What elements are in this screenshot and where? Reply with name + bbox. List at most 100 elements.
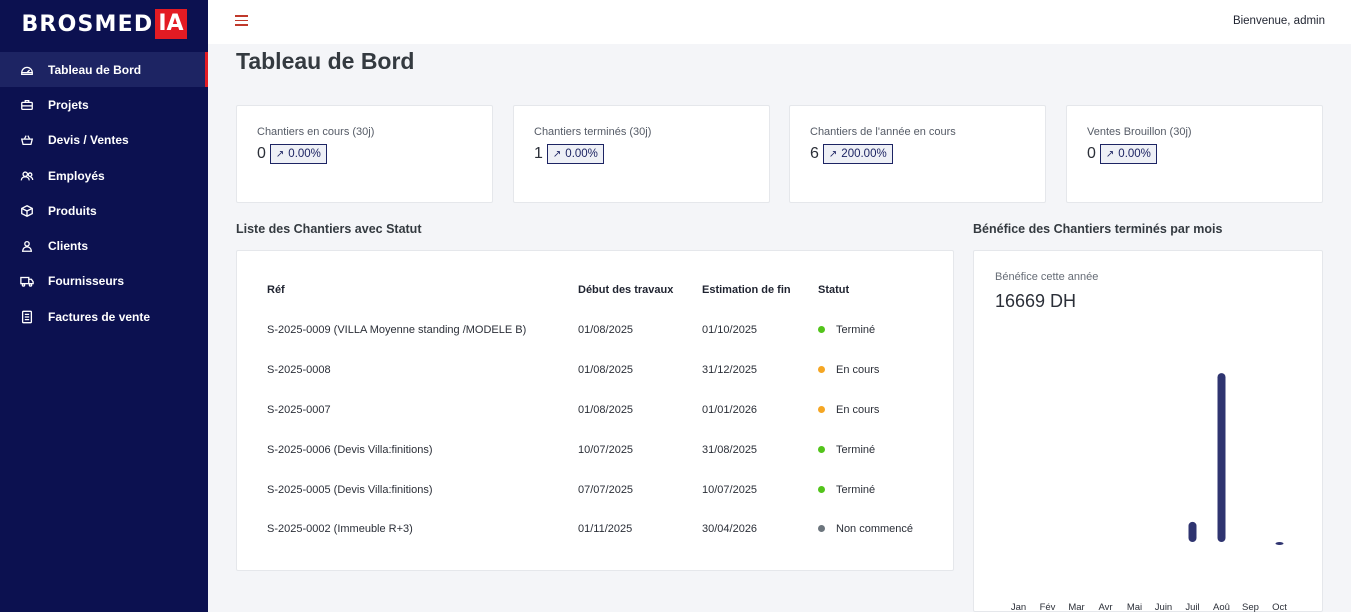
table-row[interactable]: S-2025-0008 01/08/2025 31/12/2025 En cou… bbox=[237, 360, 953, 380]
stat-label: Chantiers de l'année en cours bbox=[810, 126, 956, 138]
cell-end: 10/07/2025 bbox=[702, 484, 758, 496]
sidebar-nav: Tableau de Bord Projets Devis / Ventes E… bbox=[0, 52, 208, 334]
sidebar-item-label: Employés bbox=[48, 168, 105, 183]
table-row[interactable]: S-2025-0009 (VILLA Moyenne standing /MOD… bbox=[237, 320, 953, 340]
trend-up-icon: ↗ bbox=[1105, 148, 1115, 160]
sidebar-item-label: Factures de vente bbox=[48, 309, 151, 324]
stat-value: 0 bbox=[1087, 145, 1096, 162]
cell-end: 31/12/2025 bbox=[702, 364, 758, 376]
x-tick-label: Avr bbox=[1098, 602, 1112, 612]
stat-card-chantiers-annee: Chantiers de l'année en cours 6 ↗ 200.00% bbox=[789, 105, 1046, 203]
sidebar-item-clients[interactable]: Clients bbox=[0, 228, 208, 263]
x-tick-label: Fév bbox=[1040, 602, 1056, 612]
x-tick-label: Oct bbox=[1272, 602, 1287, 612]
status-dot bbox=[818, 326, 825, 333]
brand-badge: IA bbox=[155, 9, 187, 39]
sidebar-item-factures-de-vente[interactable]: Factures de vente bbox=[0, 299, 208, 334]
bar-Juil[interactable] bbox=[1188, 521, 1197, 542]
stat-label: Ventes Brouillon (30j) bbox=[1087, 126, 1192, 138]
menu-toggle-icon[interactable] bbox=[235, 15, 248, 26]
x-tick-label: Juin bbox=[1155, 602, 1172, 612]
dashboard-icon bbox=[20, 63, 34, 77]
stat-label: Chantiers en cours (30j) bbox=[257, 126, 375, 138]
sidebar-item-label: Devis / Ventes bbox=[48, 133, 129, 148]
stat-change-badge: ↗ 200.00% bbox=[822, 144, 893, 164]
sidebar-item-fournisseurs[interactable]: Fournisseurs bbox=[0, 264, 208, 299]
table-section-title: Liste des Chantiers avec Statut bbox=[236, 222, 422, 236]
cell-ref: S-2025-0007 bbox=[267, 404, 331, 416]
trend-up-icon: ↗ bbox=[275, 148, 285, 160]
cell-ref: S-2025-0002 (Immeuble R+3) bbox=[267, 523, 413, 535]
box-icon bbox=[20, 204, 34, 218]
cell-status: Non commencé bbox=[818, 519, 913, 539]
sidebar-item-produits[interactable]: Produits bbox=[0, 193, 208, 228]
cell-status: Terminé bbox=[818, 440, 875, 460]
cell-ref: S-2025-0009 (VILLA Moyenne standing /MOD… bbox=[267, 324, 527, 336]
stat-card-chantiers-en-cours: Chantiers en cours (30j) 0 ↗ 0.00% bbox=[236, 105, 493, 203]
cell-end: 01/10/2025 bbox=[702, 324, 758, 336]
sidebar-item-label: Fournisseurs bbox=[48, 274, 125, 289]
trend-up-icon: ↗ bbox=[828, 148, 838, 160]
status-dot bbox=[818, 406, 825, 413]
cell-ref: S-2025-0008 bbox=[267, 364, 331, 376]
trend-up-icon: ↗ bbox=[552, 148, 562, 160]
column-header-ref[interactable]: Réf bbox=[267, 284, 285, 296]
stat-value: 0 bbox=[257, 145, 266, 162]
x-tick-label: Sep bbox=[1242, 602, 1259, 612]
x-tick-label: Mar bbox=[1068, 602, 1084, 612]
sidebar: BROSMED IA Tableau de Bord Projets Devis… bbox=[0, 0, 208, 612]
cell-status: En cours bbox=[818, 400, 879, 420]
welcome-text: Bienvenue, admin bbox=[1232, 15, 1325, 27]
status-dot bbox=[818, 446, 825, 453]
page-title: Tableau de Bord bbox=[236, 48, 415, 74]
topbar: Bienvenue, admin bbox=[208, 0, 1351, 44]
stat-change-badge: ↗ 0.00% bbox=[1099, 144, 1157, 164]
column-header-statut[interactable]: Statut bbox=[818, 284, 849, 296]
status-dot bbox=[818, 525, 825, 532]
x-tick-label: Mai bbox=[1127, 602, 1142, 612]
cell-end: 30/04/2026 bbox=[702, 523, 758, 535]
stat-card-chantiers-termines: Chantiers terminés (30j) 1 ↗ 0.00% bbox=[513, 105, 770, 203]
table-row[interactable]: S-2025-0002 (Immeuble R+3) 01/11/2025 30… bbox=[237, 519, 953, 539]
benefice-chart-panel: Bénéfice cette année 16669 DH Jan Fév Mar A… bbox=[973, 250, 1323, 612]
brand-logo[interactable]: BROSMED IA bbox=[0, 0, 208, 46]
table-row[interactable]: S-2025-0007 01/08/2025 01/01/2026 En cou… bbox=[237, 400, 953, 420]
stat-change-badge: ↗ 0.00% bbox=[546, 144, 604, 164]
cell-start: 01/08/2025 bbox=[578, 324, 634, 336]
stat-card-ventes-brouillon: Ventes Brouillon (30j) 0 ↗ 0.00% bbox=[1066, 105, 1323, 203]
basket-icon bbox=[20, 133, 34, 147]
bar-Oct[interactable] bbox=[1275, 542, 1284, 545]
x-tick-label: Juil bbox=[1185, 602, 1199, 612]
table-row[interactable]: S-2025-0005 (Devis Villa:finitions) 07/0… bbox=[237, 480, 953, 500]
sidebar-item-label: Tableau de Bord bbox=[48, 62, 142, 77]
stat-value: 6 bbox=[810, 145, 819, 162]
briefcase-icon bbox=[20, 98, 34, 112]
users-icon bbox=[20, 169, 34, 183]
bar-Aoû[interactable] bbox=[1217, 373, 1226, 542]
column-header-debut[interactable]: Début des travaux bbox=[578, 284, 673, 296]
column-header-fin[interactable]: Estimation de fin bbox=[702, 284, 791, 296]
table-row[interactable]: S-2025-0006 (Devis Villa:finitions) 10/0… bbox=[237, 440, 953, 460]
cell-status: Terminé bbox=[818, 480, 875, 500]
sidebar-item-employes[interactable]: Employés bbox=[0, 158, 208, 193]
cell-start: 10/07/2025 bbox=[578, 444, 634, 456]
x-tick-label: Jan bbox=[1011, 602, 1026, 612]
stat-change-badge: ↗ 0.00% bbox=[269, 144, 327, 164]
benefice-bar-chart: Jan Fév Mar Avr Mai Juin Juil Aoû Sep Oct bbox=[1011, 373, 1287, 612]
cell-end: 31/08/2025 bbox=[702, 444, 758, 456]
brand-name: BROSMED bbox=[21, 11, 154, 37]
sidebar-item-tableau-de-bord[interactable]: Tableau de Bord bbox=[0, 52, 208, 88]
status-dot bbox=[818, 486, 825, 493]
stat-value: 1 bbox=[534, 145, 543, 162]
sidebar-item-label: Produits bbox=[48, 203, 97, 218]
cell-status: Terminé bbox=[818, 320, 875, 340]
status-dot bbox=[818, 366, 825, 373]
cell-start: 01/08/2025 bbox=[578, 364, 634, 376]
cell-ref: S-2025-0006 (Devis Villa:finitions) bbox=[267, 444, 433, 456]
sidebar-item-projets[interactable]: Projets bbox=[0, 87, 208, 122]
sidebar-item-devis-ventes[interactable]: Devis / Ventes bbox=[0, 123, 208, 158]
cell-ref: S-2025-0005 (Devis Villa:finitions) bbox=[267, 484, 433, 496]
sidebar-item-label: Clients bbox=[48, 239, 89, 254]
cell-status: En cours bbox=[818, 360, 879, 380]
invoice-icon bbox=[20, 310, 34, 324]
